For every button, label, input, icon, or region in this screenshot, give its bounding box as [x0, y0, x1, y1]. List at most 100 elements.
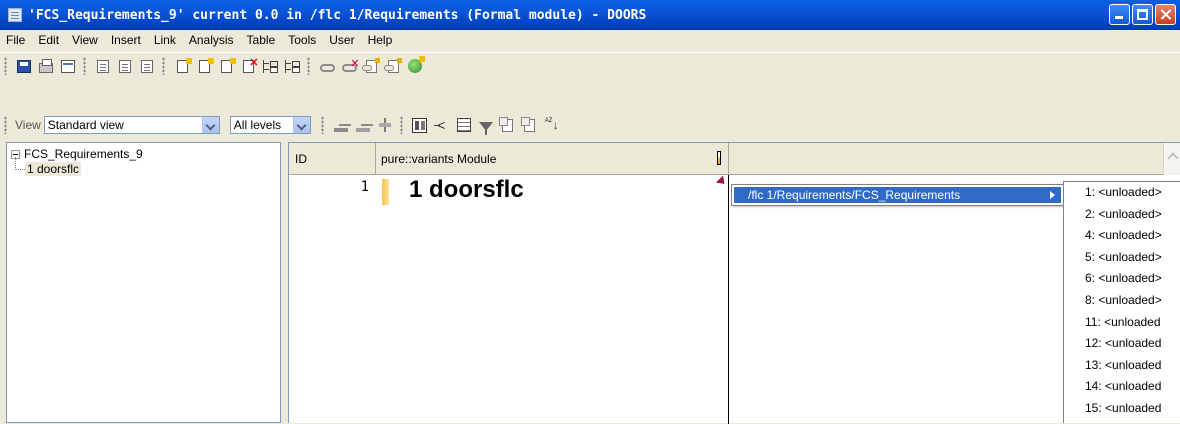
submenu-item[interactable]: 12: <unloaded — [1064, 333, 1180, 355]
toolbar-grip[interactable] — [83, 57, 86, 75]
column-divider — [728, 175, 729, 424]
layout-icon — [412, 117, 428, 133]
maximize-button[interactable] — [1132, 4, 1153, 25]
toolbar-grip[interactable] — [4, 57, 7, 75]
show-structure-button[interactable] — [282, 56, 302, 76]
link-source-button[interactable] — [361, 56, 381, 76]
table-button[interactable] — [454, 115, 474, 135]
link-icon — [319, 63, 335, 72]
submenu-item[interactable]: 14: <unloaded — [1064, 376, 1180, 398]
object-heading[interactable]: 1 doorsflc — [409, 176, 524, 204]
level-up-button[interactable] — [331, 115, 351, 135]
column-header-empty[interactable] — [729, 143, 1169, 175]
properties-icon — [61, 59, 75, 73]
chevron-down-icon[interactable] — [201, 117, 219, 133]
tree-item[interactable]: 1 doorsflc — [25, 162, 82, 176]
filter-icon — [478, 122, 493, 135]
view-select[interactable]: Standard view — [43, 116, 220, 134]
show-tree-button[interactable] — [260, 56, 280, 76]
context-menu-item[interactable]: /flc 1/Requirements/FCS_Requirements — [734, 187, 1061, 203]
selection-bar — [382, 179, 389, 205]
menu-insert[interactable]: Insert — [105, 33, 148, 47]
link-target-button[interactable] — [383, 56, 403, 76]
link-source-icon — [361, 57, 380, 73]
toolbar-grip[interactable] — [4, 116, 7, 134]
submenu-item[interactable]: 8: <unloaded> — [1064, 290, 1180, 312]
tree-item-label[interactable]: 1 doorsflc — [25, 162, 82, 176]
menu-tools[interactable]: Tools — [282, 33, 323, 47]
window-title: 'FCS_Requirements_9' current 0.0 in /flc… — [28, 7, 647, 23]
column-header-label: pure::variants Module — [381, 151, 497, 166]
sort-button[interactable] — [542, 115, 562, 135]
standard-toolbar — [0, 52, 1180, 79]
submenu-item[interactable]: 15: <unloaded — [1064, 398, 1180, 420]
menu-link[interactable]: Link — [148, 33, 183, 47]
tree-root-label[interactable]: FCS_Requirements_9 — [24, 147, 143, 161]
link-target-icon — [383, 57, 402, 73]
submenu-item[interactable]: 13: <unloaded — [1064, 355, 1180, 377]
delete-link-button[interactable] — [339, 56, 360, 76]
context-menu-item-label: /flc 1/Requirements/FCS_Requirements — [748, 188, 961, 202]
menu-bar: File Edit View Insert Link Analysis Tabl… — [0, 30, 1180, 50]
save-button[interactable] — [14, 56, 34, 76]
scroll-up-icon[interactable] — [1163, 143, 1180, 175]
submenu-item[interactable]: 1: <unloaded> — [1064, 182, 1180, 204]
print-button[interactable] — [36, 56, 56, 76]
previous-object-icon — [97, 59, 109, 73]
window-controls — [1109, 4, 1176, 25]
chevron-down-icon[interactable] — [292, 117, 310, 133]
menu-user[interactable]: User — [323, 33, 361, 47]
view-toolbar: View Standard view All levels — [0, 112, 1180, 138]
copy-object-button[interactable] — [216, 56, 236, 76]
tree-connector — [15, 157, 25, 170]
delete-link-icon — [341, 57, 360, 72]
menu-file[interactable]: File — [0, 33, 32, 47]
submenu-item[interactable]: 5: <unloaded> — [1064, 247, 1180, 269]
previous-object-button[interactable] — [93, 56, 113, 76]
submenu-item[interactable]: 6: <unloaded> — [1064, 268, 1180, 290]
follow-link-button[interactable] — [405, 56, 425, 76]
submenu-arrow-icon — [1050, 191, 1055, 199]
graph-button[interactable] — [432, 115, 452, 135]
minimize-button[interactable] — [1109, 4, 1130, 25]
menu-analysis[interactable]: Analysis — [183, 33, 241, 47]
toolbar-grip[interactable] — [399, 116, 403, 134]
layout-button[interactable] — [410, 115, 430, 135]
close-button[interactable] — [1155, 4, 1176, 25]
print-icon — [39, 58, 53, 73]
submenu-item[interactable]: 4: <unloaded> — [1064, 225, 1180, 247]
title-bar: 'FCS_Requirements_9' current 0.0 in /flc… — [0, 0, 1180, 30]
menu-view[interactable]: View — [66, 33, 105, 47]
app-icon[interactable] — [8, 8, 22, 22]
table-row[interactable]: 1 1 doorsflc — [289, 175, 729, 205]
demote-button[interactable] — [115, 56, 135, 76]
insert-object-button[interactable] — [172, 56, 192, 76]
delete-object-button[interactable] — [238, 56, 259, 76]
column-header-id[interactable]: ID — [289, 143, 376, 175]
module-properties-button[interactable] — [58, 56, 78, 76]
column-header-pure-variants[interactable]: pure::variants Module — [376, 143, 729, 175]
toolbar-grip[interactable] — [162, 57, 165, 75]
demote-icon — [119, 59, 131, 73]
next-object-button[interactable] — [137, 56, 157, 76]
follow-link-icon — [408, 56, 425, 73]
sort-az-icon — [521, 116, 536, 132]
insert-below-button[interactable] — [194, 56, 214, 76]
next-object-icon — [141, 59, 153, 73]
create-link-button[interactable] — [317, 56, 337, 76]
submenu-item[interactable]: 2: <unloaded> — [1064, 204, 1180, 226]
filter-button[interactable] — [476, 115, 496, 135]
levels-select[interactable]: All levels — [229, 116, 311, 134]
toolbar-grip[interactable] — [307, 57, 310, 75]
save-icon — [17, 59, 31, 73]
menu-help[interactable]: Help — [362, 33, 400, 47]
filter-object-button[interactable] — [498, 115, 518, 135]
level-down-button[interactable] — [353, 115, 373, 135]
split-button[interactable] — [375, 115, 395, 135]
tree-root[interactable]: FCS_Requirements_9 — [11, 147, 143, 161]
menu-table[interactable]: Table — [241, 33, 283, 47]
menu-edit[interactable]: Edit — [32, 33, 66, 47]
toolbar-grip[interactable] — [320, 116, 324, 134]
submenu-item[interactable]: 11: <unloaded — [1064, 312, 1180, 334]
sort-az-button[interactable] — [520, 115, 540, 135]
